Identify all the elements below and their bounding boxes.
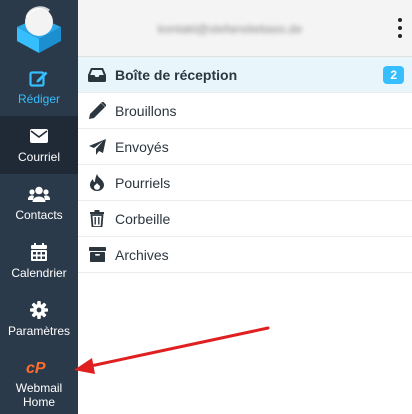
archive-box-icon bbox=[88, 246, 106, 264]
account-email: kontakt@stefanstiebass.de bbox=[157, 22, 303, 36]
sidebar: Rédiger Courriel Contacts Calendrier Par… bbox=[0, 0, 78, 414]
nav-contacts[interactable]: Contacts bbox=[0, 174, 78, 232]
logo-icon bbox=[17, 6, 61, 53]
svg-text:cP: cP bbox=[26, 360, 46, 375]
folder-drafts[interactable]: Brouillons bbox=[78, 93, 412, 129]
folder-spam[interactable]: Pourriels bbox=[78, 165, 412, 201]
nav-compose[interactable]: Rédiger bbox=[0, 58, 78, 116]
folder-archives-label: Archives bbox=[115, 246, 169, 263]
folder-list-header: kontakt@stefanstiebass.de bbox=[78, 0, 412, 57]
nav-settings[interactable]: Paramètres bbox=[0, 290, 78, 348]
nav-mail[interactable]: Courriel bbox=[0, 116, 78, 174]
unread-count-badge: 2 bbox=[383, 66, 404, 84]
fire-icon bbox=[88, 174, 106, 192]
paper-plane-icon bbox=[88, 138, 106, 156]
nav-settings-label: Paramètres bbox=[7, 324, 71, 338]
roundcube-logo[interactable] bbox=[0, 0, 78, 58]
nav-compose-label: Rédiger bbox=[17, 92, 61, 106]
folder-list: Boîte de réception 2 Brouillons Envoyés … bbox=[78, 57, 412, 273]
folder-spam-label: Pourriels bbox=[115, 174, 171, 191]
nav-webmail-home[interactable]: cP Webmail Home bbox=[0, 352, 78, 414]
nav-webmail-label-line2: Home bbox=[22, 395, 55, 409]
nav-calendar-label: Calendrier bbox=[11, 266, 67, 280]
cpanel-icon: cP bbox=[26, 357, 52, 377]
folder-archives[interactable]: Archives bbox=[78, 237, 412, 273]
nav-contacts-label: Contacts bbox=[15, 208, 63, 222]
trash-icon bbox=[88, 210, 106, 228]
calendar-icon bbox=[31, 242, 47, 262]
gear-icon bbox=[30, 300, 48, 320]
folder-trash[interactable]: Corbeille bbox=[78, 201, 412, 237]
nav-calendar[interactable]: Calendrier bbox=[0, 232, 78, 290]
folder-sent[interactable]: Envoyés bbox=[78, 129, 412, 165]
nav-webmail-label: Webmail Home bbox=[16, 381, 62, 409]
users-icon bbox=[28, 184, 50, 204]
folder-inbox-label: Boîte de réception bbox=[115, 66, 238, 83]
nav-mail-label: Courriel bbox=[17, 150, 60, 164]
folder-trash-label: Corbeille bbox=[115, 210, 171, 227]
more-options-icon[interactable] bbox=[396, 18, 404, 38]
folder-drafts-label: Brouillons bbox=[115, 102, 177, 119]
envelope-icon bbox=[30, 126, 48, 146]
compose-icon bbox=[29, 68, 49, 88]
folder-inbox[interactable]: Boîte de réception 2 bbox=[78, 57, 412, 93]
pencil-icon bbox=[88, 102, 106, 120]
folder-sent-label: Envoyés bbox=[115, 138, 169, 155]
nav-webmail-label-line1: Webmail bbox=[15, 381, 63, 395]
inbox-icon bbox=[88, 66, 106, 84]
